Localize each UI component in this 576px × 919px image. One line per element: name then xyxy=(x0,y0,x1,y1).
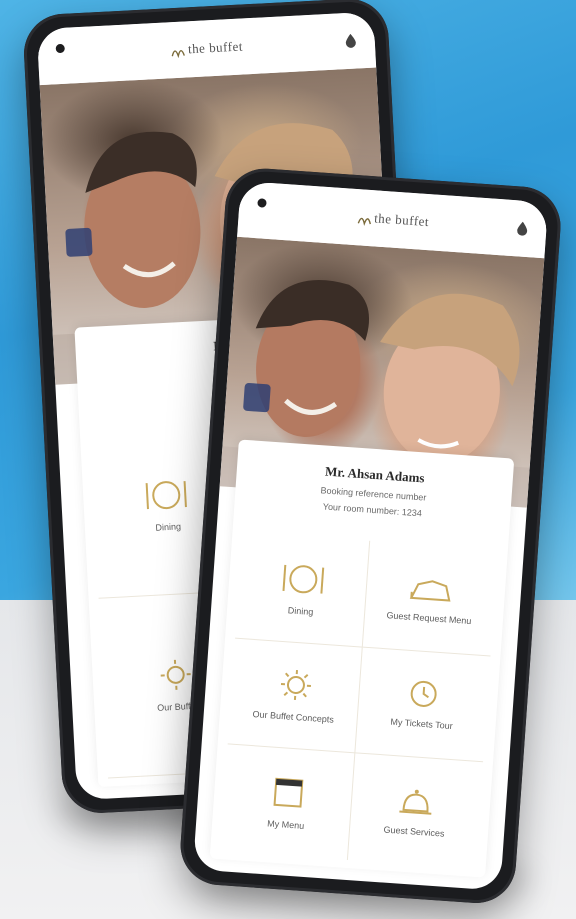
waves-logo-icon xyxy=(170,43,187,59)
sun-icon xyxy=(158,656,194,692)
clock-icon xyxy=(408,678,440,710)
tile-dining[interactable]: Dining xyxy=(235,531,371,648)
bed-icon xyxy=(407,571,455,604)
plate-cutlery-icon xyxy=(143,476,191,512)
tile-label: Guest Request Menu xyxy=(386,609,472,626)
tile-label: Dining xyxy=(155,520,182,533)
tile-label: My Menu xyxy=(266,818,305,831)
brand-logo[interactable]: the buffet xyxy=(170,38,244,59)
plate-cutlery-icon xyxy=(279,560,327,597)
front-phone: the buffet Mr. Ahsan Adams Booking refer… xyxy=(177,166,564,906)
water-drop-icon[interactable] xyxy=(342,32,359,49)
tile-tickets[interactable]: My Tickets Tour xyxy=(355,647,491,763)
photo-badge xyxy=(65,227,93,257)
brand-name: the buffet xyxy=(373,210,430,230)
tile-label: My Tickets Tour xyxy=(390,717,453,732)
tile-label: Our Buffet Concepts xyxy=(252,709,335,726)
tile-label: Dining xyxy=(287,605,314,617)
brand-logo[interactable]: the buffet xyxy=(356,209,430,230)
photo-badge xyxy=(242,382,271,413)
tile-guest-request[interactable]: Guest Request Menu xyxy=(362,540,498,657)
brand-name: the buffet xyxy=(187,38,244,57)
tile-my-menu[interactable]: My Menu xyxy=(220,744,356,861)
tile-label: Guest Services xyxy=(383,824,445,839)
menu-board-icon xyxy=(270,774,306,810)
front-phone-screen: the buffet Mr. Ahsan Adams Booking refer… xyxy=(192,180,549,891)
guest-card: Mr. Ahsan Adams Booking reference number… xyxy=(209,439,515,878)
water-drop-icon[interactable] xyxy=(514,220,531,237)
tile-buffet-concepts[interactable]: Our Buffet Concepts xyxy=(227,638,363,754)
sun-icon xyxy=(277,667,313,703)
waves-logo-icon xyxy=(356,211,373,227)
menu-grid: Dining Guest Request Menu Our Buffet Con… xyxy=(220,531,498,869)
bell-icon xyxy=(397,785,435,817)
tile-guest-services[interactable]: Guest Services xyxy=(348,754,483,869)
